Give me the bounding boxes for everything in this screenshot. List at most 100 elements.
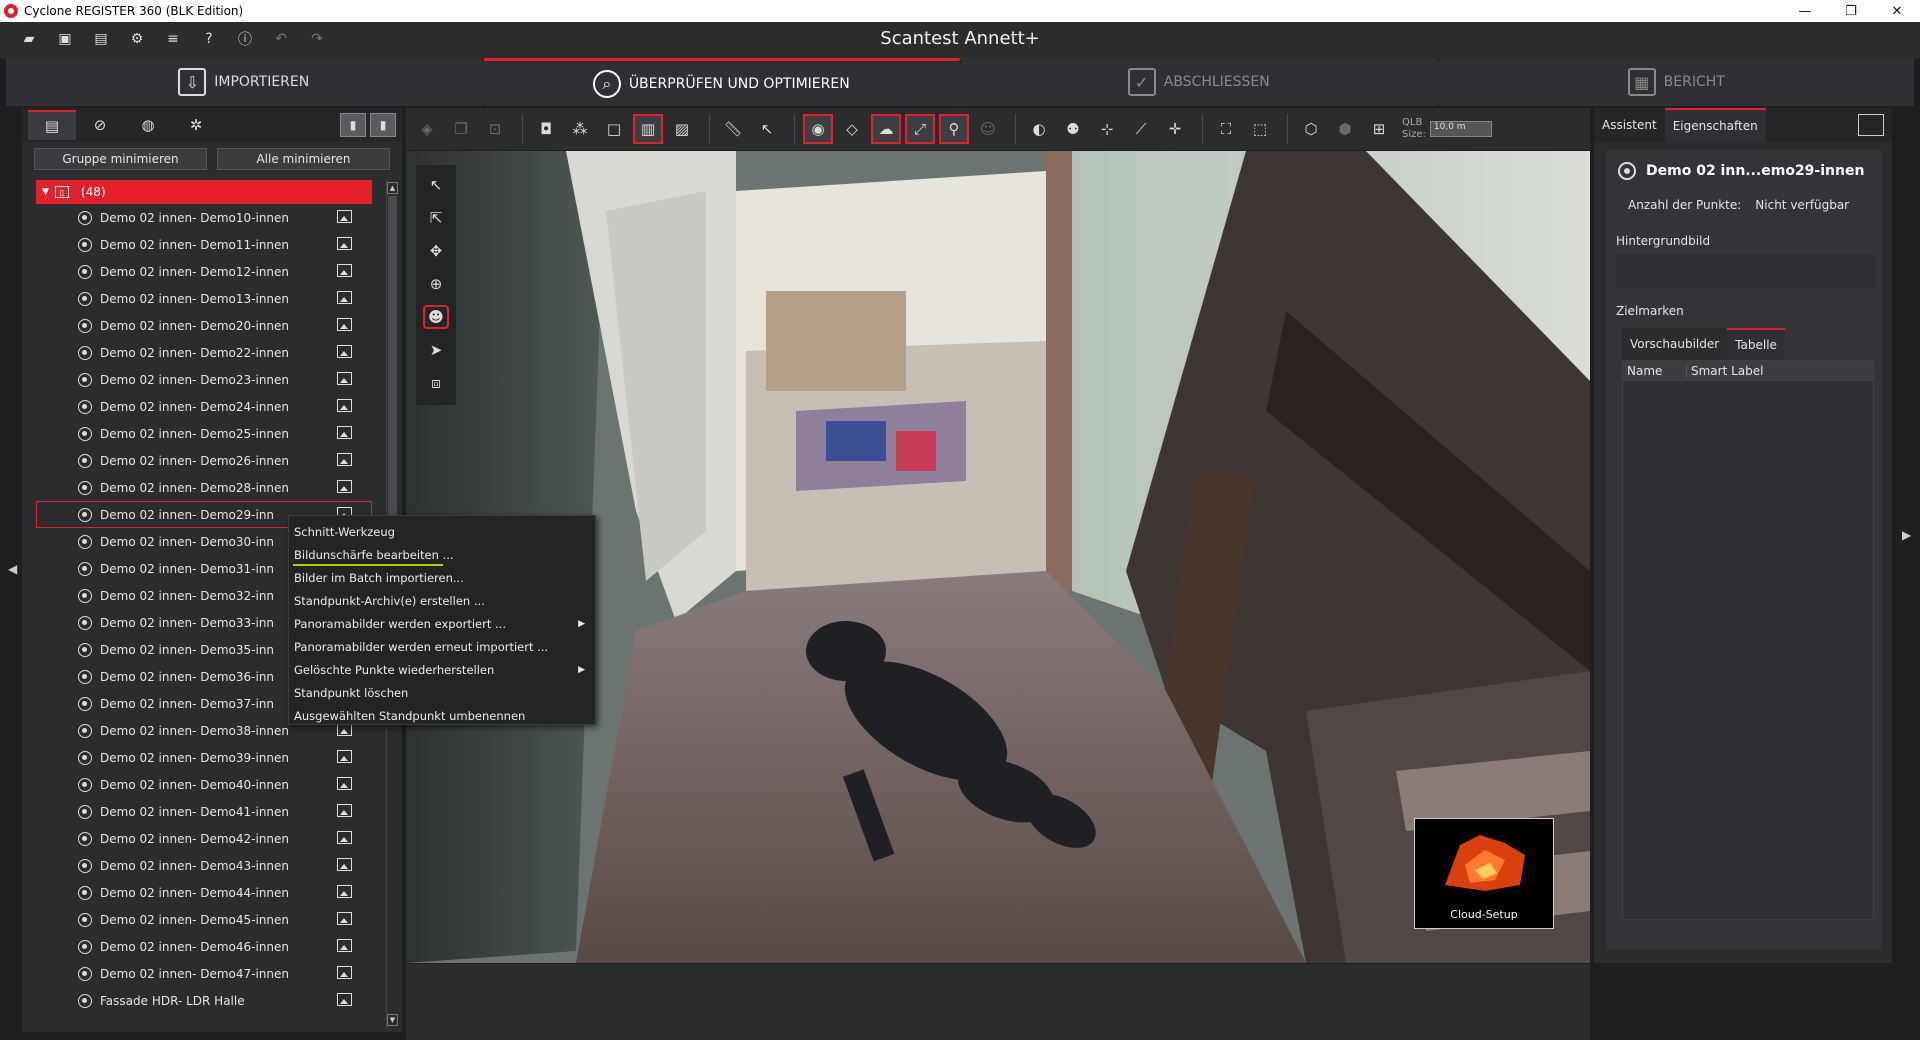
image-icon[interactable] <box>337 939 352 952</box>
setup-row[interactable]: Demo 02 innen- Demo44-innen <box>36 879 372 906</box>
setup-row[interactable]: Demo 02 innen- Demo28-innen <box>36 474 372 501</box>
select-pointer-icon[interactable]: ↖ <box>752 114 782 144</box>
limit-box-icon[interactable]: ⬢ <box>1330 114 1360 144</box>
setup-row[interactable]: Demo 02 innen- Demo23-innen <box>36 366 372 393</box>
image-icon[interactable] <box>337 264 352 277</box>
cloud-setup-thumbnail[interactable]: Cloud-Setup <box>1414 818 1554 929</box>
image-icon[interactable]: ▨ <box>667 114 697 144</box>
image-icon[interactable] <box>337 210 352 223</box>
tab-properties[interactable]: Eigenschaften <box>1664 108 1766 142</box>
image-icon[interactable] <box>337 966 352 979</box>
cloud-icon[interactable]: ☁ <box>871 114 901 144</box>
navigate-icon[interactable]: ➤ <box>423 338 449 362</box>
context-menu-item[interactable]: Panoramabilder werden exportiert ... ▶ <box>289 612 595 635</box>
context-menu-item[interactable]: Gelöschte Punkte wiederherstellen ▶ <box>289 658 595 681</box>
tag-icon[interactable]: ◇ <box>837 114 867 144</box>
step-report[interactable]: ▦ BERICHT <box>1438 58 1914 106</box>
image-icon[interactable] <box>337 372 352 385</box>
panorama-view-icon[interactable]: ▥ <box>633 114 663 144</box>
square-icon[interactable]: □ <box>599 114 629 144</box>
setup-row[interactable]: Demo 02 innen- Demo45-innen <box>36 906 372 933</box>
column-name[interactable]: Name <box>1623 364 1687 378</box>
image-icon[interactable] <box>337 318 352 331</box>
image-icon[interactable] <box>337 291 352 304</box>
tab-assistant[interactable]: Assistent <box>1594 108 1665 142</box>
image-icon[interactable] <box>337 480 352 493</box>
location-pin-icon[interactable]: ⚲ <box>939 114 969 144</box>
setup-row[interactable]: Demo 02 innen- Demo12-innen <box>36 258 372 285</box>
context-menu-item[interactable]: Bildunschärfe bearbeiten ... <box>289 543 595 566</box>
image-icon[interactable] <box>337 831 352 844</box>
image-icon[interactable] <box>337 345 352 358</box>
step-review[interactable]: ⌕ ÜBERPRÜFEN UND OPTIMIEREN <box>483 58 973 109</box>
setup-row[interactable]: Demo 02 innen- Demo42-innen <box>36 825 372 852</box>
image-icon[interactable] <box>337 453 352 466</box>
scroll-thumb[interactable] <box>388 196 397 516</box>
panel-option-icon-2[interactable]: ▮ <box>370 113 396 137</box>
close-button[interactable]: ✕ <box>1874 0 1920 22</box>
undock-panel-icon[interactable] <box>1858 114 1884 136</box>
setup-row[interactable]: Demo 02 innen- Demo26-innen <box>36 447 372 474</box>
setup-row[interactable]: Demo 02 innen- Demo25-innen <box>36 420 372 447</box>
setup-row[interactable]: Demo 02 innen- Demo41-innen <box>36 798 372 825</box>
fence-icon[interactable]: ⛶ <box>1211 114 1241 144</box>
fit-view-icon[interactable]: ⊕ <box>423 272 449 296</box>
image-icon[interactable] <box>337 777 352 790</box>
collapse-group-button[interactable]: Gruppe minimieren <box>34 148 207 170</box>
column-smart-label[interactable]: Smart Label <box>1687 364 1764 378</box>
copy-icon[interactable]: ❐ <box>446 114 476 144</box>
multi-select-icon[interactable]: ⇱ <box>423 206 449 230</box>
setup-row[interactable]: Demo 02 innen- Demo13-innen <box>36 285 372 312</box>
scroll-down-icon[interactable]: ▼ <box>387 1014 398 1026</box>
image-icon[interactable] <box>337 237 352 250</box>
cube-view-icon[interactable]: ⬡ <box>1296 114 1326 144</box>
context-menu-item[interactable]: Bilder im Batch importieren... <box>289 566 595 589</box>
image-icon[interactable] <box>337 885 352 898</box>
line-tool-icon[interactable]: ⟋ <box>1126 114 1156 144</box>
context-menu-item[interactable]: Schnitt-Werkzeug <box>289 520 595 543</box>
user-location-icon[interactable]: ☺ <box>973 114 1003 144</box>
spheres-icon[interactable]: ⁂ <box>565 114 595 144</box>
selection-box-icon[interactable]: ⬚ <box>1245 114 1275 144</box>
step-finalize[interactable]: ✓ ABSCHLIESSEN <box>961 58 1451 106</box>
context-menu-item[interactable]: Standpunkt-Archiv(e) erstellen ... <box>289 589 595 612</box>
axes-icon[interactable]: ✛ <box>1160 114 1190 144</box>
measure-icon[interactable]: ⤢ <box>905 114 935 144</box>
step-import[interactable]: ⇩ IMPORTIEREN <box>6 58 496 106</box>
setup-row[interactable]: Demo 02 innen- Demo22-innen <box>36 339 372 366</box>
globe-tab-icon[interactable]: ◍ <box>124 110 172 140</box>
setup-row[interactable]: Demo 02 innen- Demo10-innen <box>36 204 372 231</box>
setup-row[interactable]: Demo 02 innen- Demo11-innen <box>36 231 372 258</box>
minimize-button[interactable]: — <box>1782 0 1828 22</box>
setup-target-icon[interactable]: ◉ <box>803 114 833 144</box>
crop-icon[interactable]: ⊹ <box>1092 114 1122 144</box>
box-view-icon[interactable]: ⧈ <box>423 371 449 395</box>
walk-mode-icon[interactable]: ☻ <box>423 305 449 329</box>
panel-option-icon-1[interactable]: ▮ <box>340 113 366 137</box>
setup-row[interactable]: Fassade HDR- LDR Halle <box>36 987 372 1014</box>
setup-row[interactable]: Demo 02 innen- Demo47-innen <box>36 960 372 987</box>
setups-tab-icon[interactable]: ▤ <box>28 110 76 140</box>
subtab-preview[interactable]: Vorschaubilder <box>1622 328 1728 360</box>
context-menu-item[interactable]: Standpunkt löschen <box>289 681 595 704</box>
image-icon[interactable] <box>337 399 352 412</box>
setup-row[interactable]: Demo 02 innen- Demo40-innen <box>36 771 372 798</box>
image-icon[interactable] <box>337 858 352 871</box>
setup-row[interactable]: Demo 02 innen- Demo43-innen <box>36 852 372 879</box>
bundle-tab-icon[interactable]: ✲ <box>172 110 220 140</box>
image-icon[interactable] <box>337 804 352 817</box>
scroll-up-icon[interactable]: ▲ <box>387 182 398 194</box>
pointer-icon[interactable]: ↖ <box>423 173 449 197</box>
zoom-fit-icon[interactable]: ⊡ <box>480 114 510 144</box>
context-menu-item[interactable]: Panoramabilder werden erneut importiert … <box>289 635 595 658</box>
subtab-table[interactable]: Tabelle <box>1727 328 1785 360</box>
orbit-icon[interactable]: ✥ <box>423 239 449 263</box>
maximize-button[interactable]: ❐ <box>1828 0 1874 22</box>
collapse-right-panel-icon[interactable]: ▶ <box>1902 528 1911 542</box>
links-tab-icon[interactable]: ⊘ <box>76 110 124 140</box>
image-icon[interactable] <box>337 993 352 1006</box>
collapse-left-panel-icon[interactable]: ◀ <box>8 562 17 576</box>
collapse-all-button[interactable]: Alle minimieren <box>217 148 390 170</box>
sphere-view-icon[interactable]: ◐ <box>1024 114 1054 144</box>
image-icon[interactable] <box>337 750 352 763</box>
